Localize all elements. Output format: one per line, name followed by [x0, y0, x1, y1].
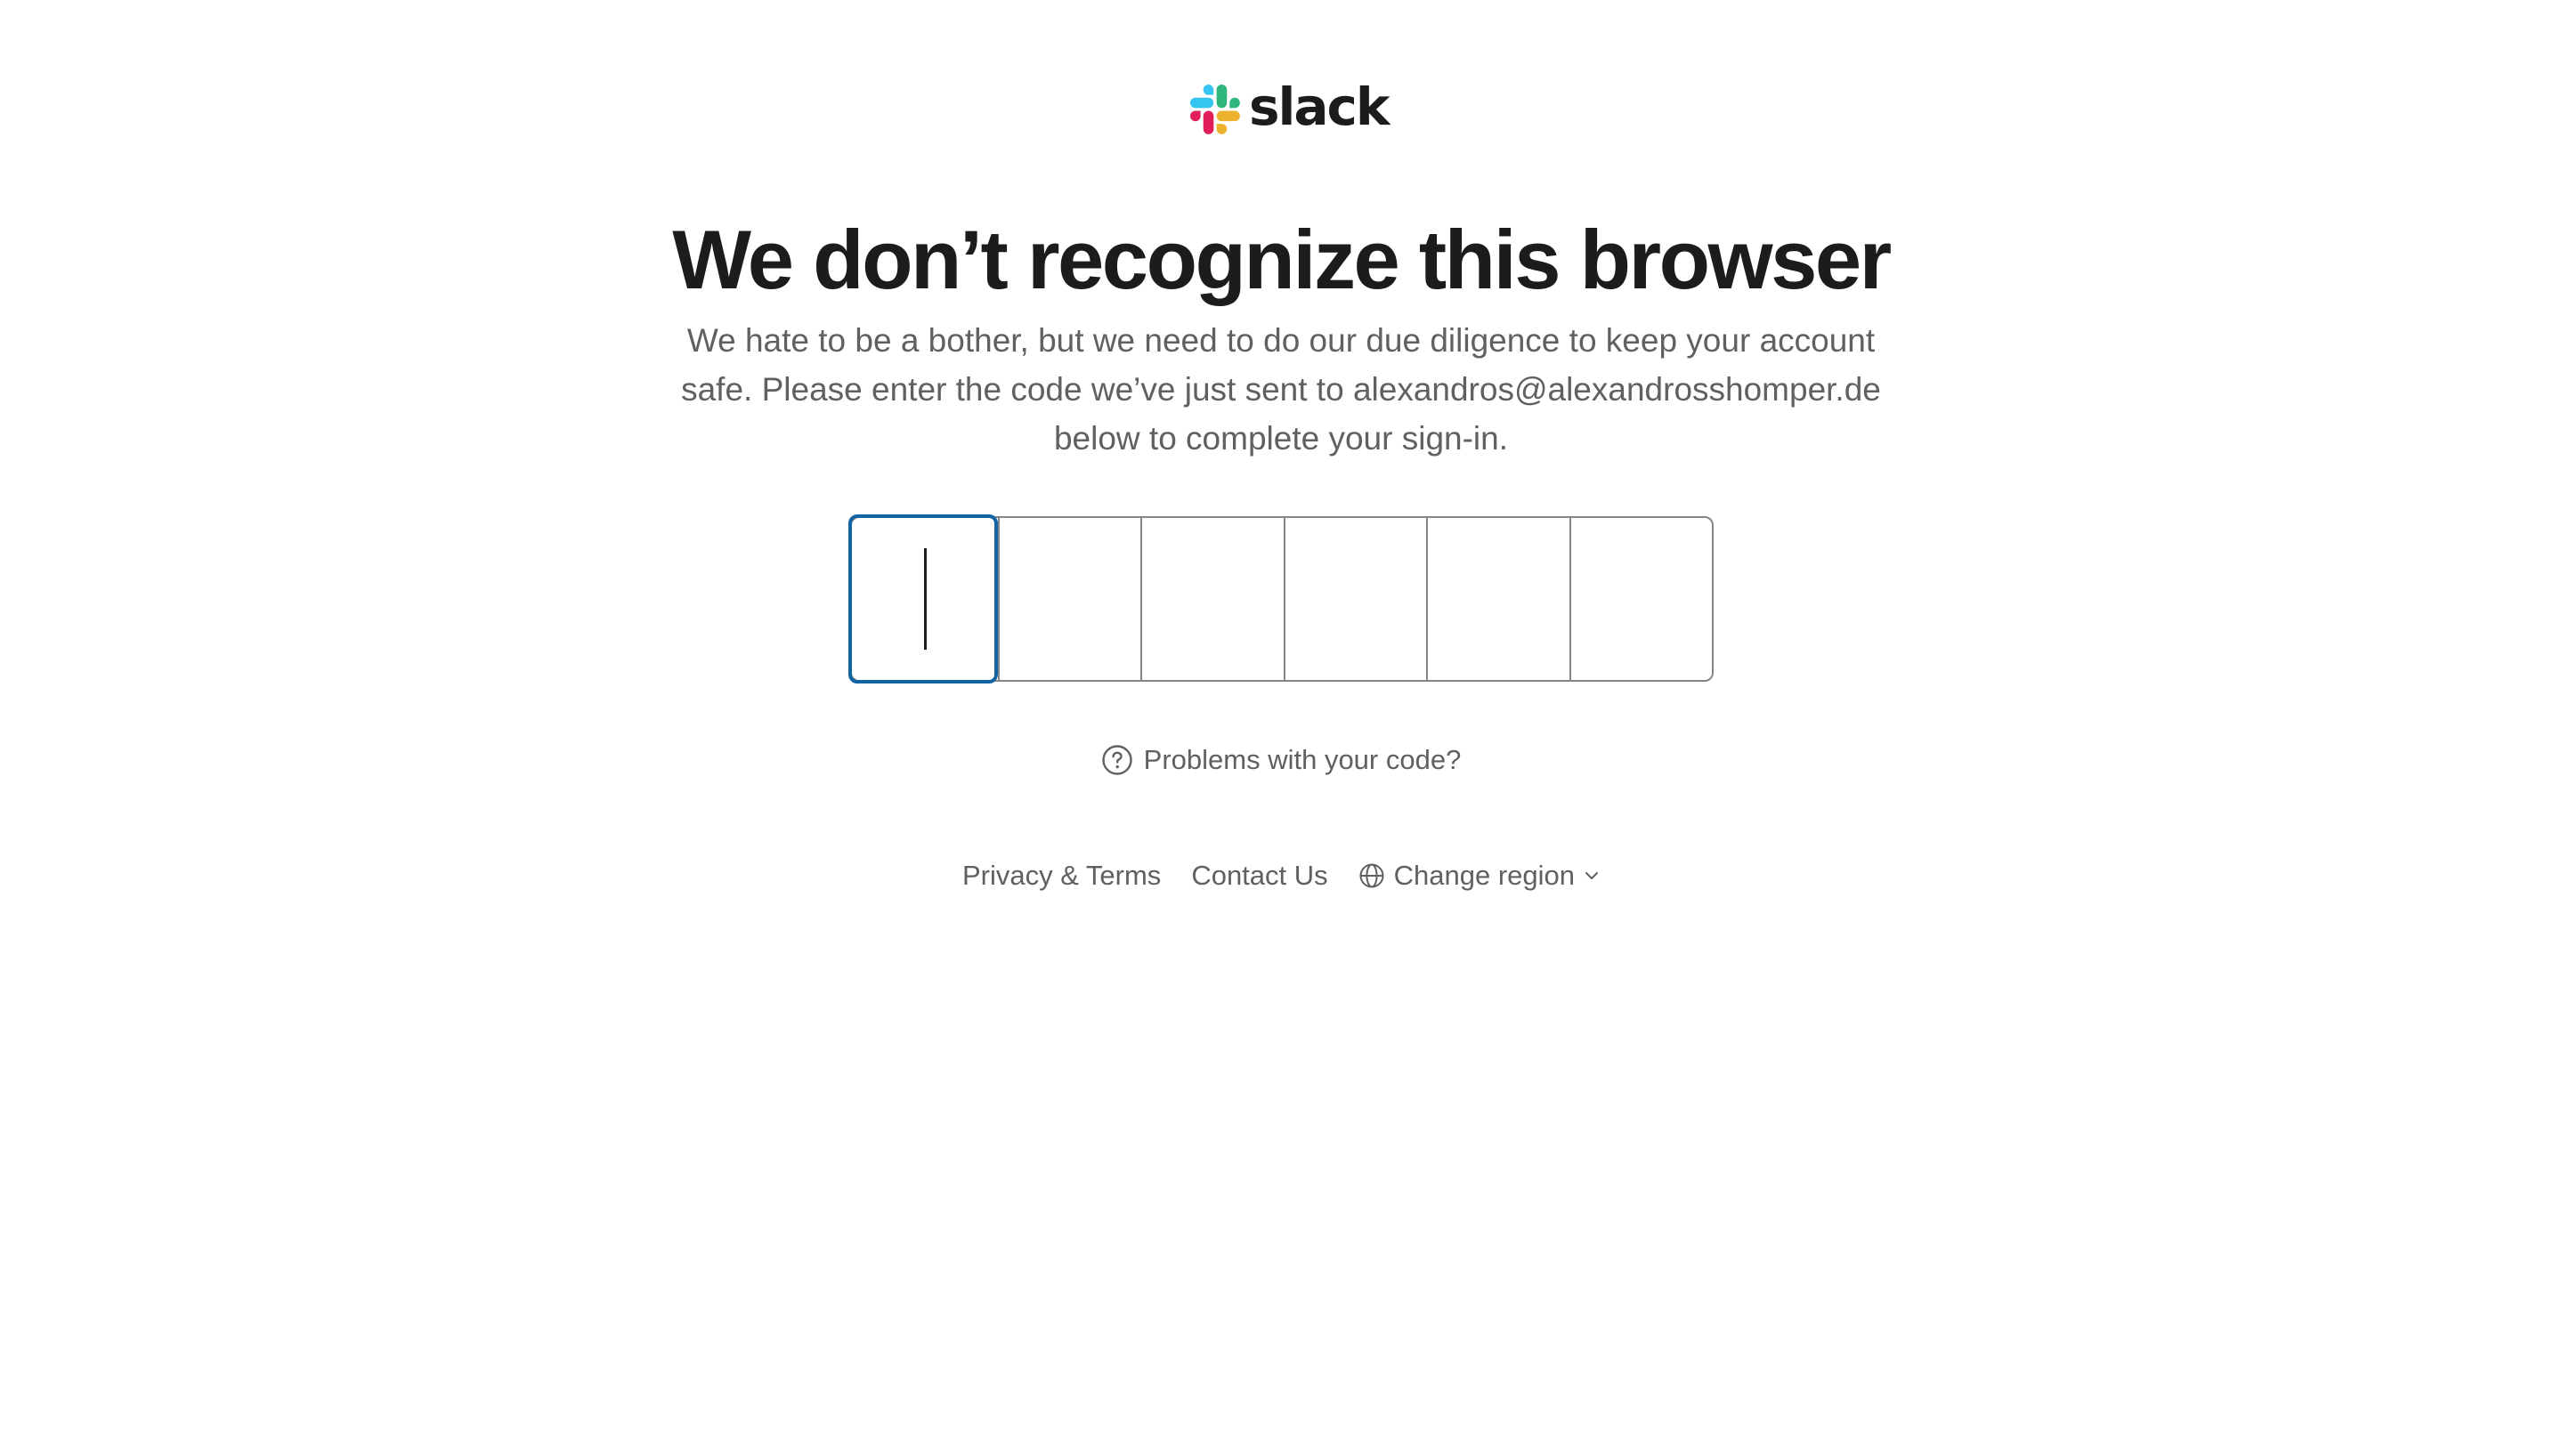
question-circle-icon	[1101, 745, 1132, 775]
code-digit-3[interactable]	[1140, 518, 1283, 680]
code-digit-2[interactable]	[998, 518, 1140, 680]
page-title: We don’t recognize this browser	[672, 213, 1892, 306]
slack-wordmark: slack	[1249, 77, 1390, 137]
chevron-down-icon	[1585, 872, 1599, 879]
contact-us-link[interactable]: Contact Us	[1191, 860, 1327, 892]
code-digit-5[interactable]	[1426, 518, 1569, 680]
problems-with-code-label: Problems with your code?	[1143, 744, 1462, 775]
slack-logo: slack	[1190, 77, 1390, 137]
code-digit-1[interactable]	[848, 514, 998, 684]
code-digit-6[interactable]	[1569, 518, 1712, 680]
problems-with-code-link[interactable]: Problems with your code?	[0, 744, 2562, 776]
change-region-label: Change region	[1393, 860, 1576, 891]
verification-code-input	[848, 514, 1714, 684]
page-description: We hate to be a bother, but we need to d…	[681, 322, 1881, 457]
change-region-button[interactable]: Change region	[1358, 860, 1600, 892]
slack-logo-icon	[1190, 85, 1240, 134]
privacy-terms-link[interactable]: Privacy & Terms	[962, 860, 1161, 892]
text-cursor	[924, 548, 927, 650]
globe-icon	[1359, 863, 1384, 888]
footer: Privacy & Terms Contact Us Change region	[0, 860, 2562, 892]
verification-page: slack We don’t recognize this browser We…	[0, 0, 2562, 1456]
code-digit-4[interactable]	[1283, 518, 1426, 680]
